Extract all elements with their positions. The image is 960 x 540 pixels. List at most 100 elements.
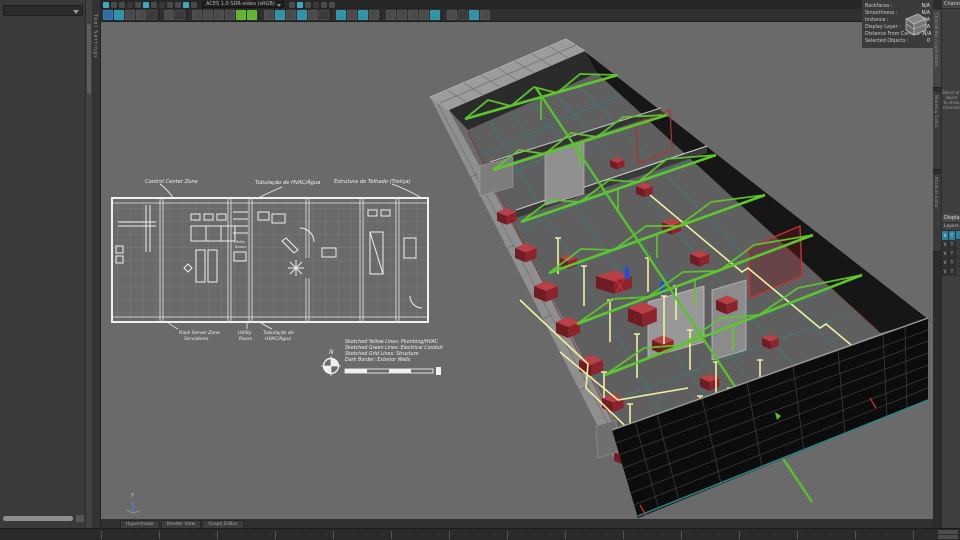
shelf-icon[interactable] [125, 10, 135, 20]
maya-window: ACES 1.0 SDR-video (sRGB) Tool Settings … [0, 0, 960, 540]
shelf-icon[interactable] [369, 10, 379, 20]
shelf-icon[interactable] [164, 10, 174, 20]
shelf-icon[interactable] [225, 10, 235, 20]
hud-value: N/A [921, 4, 931, 9]
shelf-icon[interactable] [419, 10, 429, 20]
layer-editor: Display Layers VT VT VT VT VT [942, 214, 960, 276]
shelf-icon[interactable] [308, 10, 318, 20]
tool-settings-label: Tool Settings [92, 14, 98, 59]
channel-box-panel: Channels Select an object to show channe… [941, 0, 960, 528]
tool-icon[interactable] [127, 1, 133, 8]
tool-icon[interactable] [328, 1, 335, 8]
layers-menu[interactable]: Layers [942, 223, 960, 231]
bottom-panel-tabs: Hypershade Render View Graph Editor [101, 519, 933, 528]
shelf-icon[interactable] [469, 10, 479, 20]
shelf-icon[interactable] [214, 10, 224, 20]
svg-text:N: N [329, 349, 334, 356]
channel-box-hint: Select an object to show channels [942, 90, 960, 110]
display-header[interactable]: Display [942, 214, 960, 223]
shelf-icon[interactable] [147, 10, 157, 20]
shelf-icon[interactable] [136, 10, 146, 20]
tool-icon[interactable] [320, 1, 327, 8]
outliner-filter-dropdown[interactable] [3, 5, 83, 16]
svg-text:Sketched Green Lines: Electric: Sketched Green Lines: Electrical Conduit [345, 345, 444, 351]
plan-label-rack2: Servidores [184, 336, 209, 342]
range-field[interactable] [938, 530, 958, 534]
layer-row[interactable]: VT [942, 231, 960, 240]
channels-menu[interactable]: Channels [942, 0, 960, 9]
color-management-select[interactable]: ACES 1.0 SDR-video (sRGB) [202, 1, 284, 8]
plan-room-utility2: Room [235, 244, 246, 249]
pencil-sketch-icon[interactable] [247, 10, 257, 20]
hud-label: Display Layer : [865, 25, 901, 30]
tool-icon[interactable] [304, 1, 311, 8]
layer-cube-icon [905, 13, 927, 36]
tab-modeling-toolkit[interactable]: Modeling Toolkit [933, 92, 941, 170]
shelf-icon[interactable] [114, 10, 124, 20]
layer-row[interactable]: VT [942, 258, 960, 267]
layer-row[interactable]: VT [942, 240, 960, 249]
shelf-icon[interactable] [447, 10, 457, 20]
shelf-icon[interactable] [480, 10, 490, 20]
tool-icon[interactable] [191, 1, 197, 8]
shelf-icon[interactable] [103, 10, 113, 20]
scale-bar [344, 367, 441, 375]
north-compass: N [321, 349, 341, 376]
tab-render-view[interactable]: Render View [160, 520, 202, 528]
tab-hypershade[interactable]: Hypershade [120, 520, 160, 528]
plan-label-hvac-b2: HVAC/Água [265, 335, 291, 342]
sidebar-tab-strip: Channel Box / Layer Editor Modeling Tool… [933, 0, 941, 528]
layer-row[interactable]: VT [942, 267, 960, 276]
time-slider-bar[interactable] [0, 528, 960, 540]
shelf-icon[interactable] [397, 10, 407, 20]
perspective-viewport[interactable]: Control Center Zone Tubulação de HVAC/Ág… [101, 22, 933, 519]
range-field[interactable] [938, 535, 958, 539]
layer-row[interactable]: VT [942, 249, 960, 258]
tool-icon[interactable] [159, 1, 165, 8]
ipr-render-icon[interactable] [183, 1, 189, 8]
selection-mask-icon[interactable] [103, 1, 109, 8]
tool-icon[interactable] [111, 1, 117, 8]
shelf-icon[interactable] [286, 10, 296, 20]
shelf-icon[interactable] [347, 10, 357, 20]
tool-icon[interactable] [151, 1, 157, 8]
hud-value: 0 [926, 39, 930, 44]
shelf-icon[interactable] [203, 10, 213, 20]
tab-attribute-editor[interactable]: Attribute Editor [933, 174, 941, 252]
shelf-icon[interactable] [386, 10, 396, 20]
tab-graph-editor[interactable]: Graph Editor [202, 520, 244, 528]
axis-y-label: y [131, 492, 134, 498]
tool-icon[interactable] [312, 1, 319, 8]
tab-channel-box[interactable]: Channel Box / Layer Editor [933, 10, 941, 88]
shelf-icon[interactable] [458, 10, 468, 20]
shelf-icon[interactable] [430, 10, 440, 20]
plan-label-rack1: Rack Server Zone [179, 330, 220, 336]
outliner-panel [0, 0, 86, 528]
hud-label: Smoothness : [865, 11, 898, 16]
tool-icon[interactable] [296, 1, 303, 8]
shelf-icon[interactable] [175, 10, 185, 20]
tool-icon[interactable] [119, 1, 125, 8]
shelf-icon[interactable] [408, 10, 418, 20]
horizontal-scrollbar[interactable] [3, 516, 73, 521]
shelf-icon[interactable] [192, 10, 202, 20]
shelf-icon[interactable] [264, 10, 274, 20]
shelf-icon[interactable] [297, 10, 307, 20]
shelf-icon[interactable] [319, 10, 329, 20]
shelf-icon[interactable] [358, 10, 368, 20]
shelf-icon[interactable] [336, 10, 346, 20]
plan-legend: Sketched Yellow Lines: Plumbing/HVAC Ske… [345, 339, 444, 363]
pencil-sketch-icon[interactable] [236, 10, 246, 20]
plan-label-utility2: Room [239, 336, 253, 342]
tool-icon[interactable] [288, 1, 295, 8]
shelf-icon[interactable] [275, 10, 285, 20]
snap-grid-icon[interactable] [135, 1, 141, 8]
svg-text:Dark Border: Exterior Walls: Dark Border: Exterior Walls [345, 357, 411, 363]
snap-point-icon[interactable] [143, 1, 149, 8]
tool-settings-collapsed-tab[interactable]: Tool Settings [92, 0, 101, 528]
tab-modeling-toolkit-label: Modeling Toolkit [934, 95, 939, 128]
svg-text:Sketched Grid Lines: Structure: Sketched Grid Lines: Structure [345, 351, 419, 357]
history-icon[interactable] [167, 1, 173, 8]
timeline-ticks[interactable] [101, 531, 931, 539]
render-icon[interactable] [175, 1, 181, 8]
